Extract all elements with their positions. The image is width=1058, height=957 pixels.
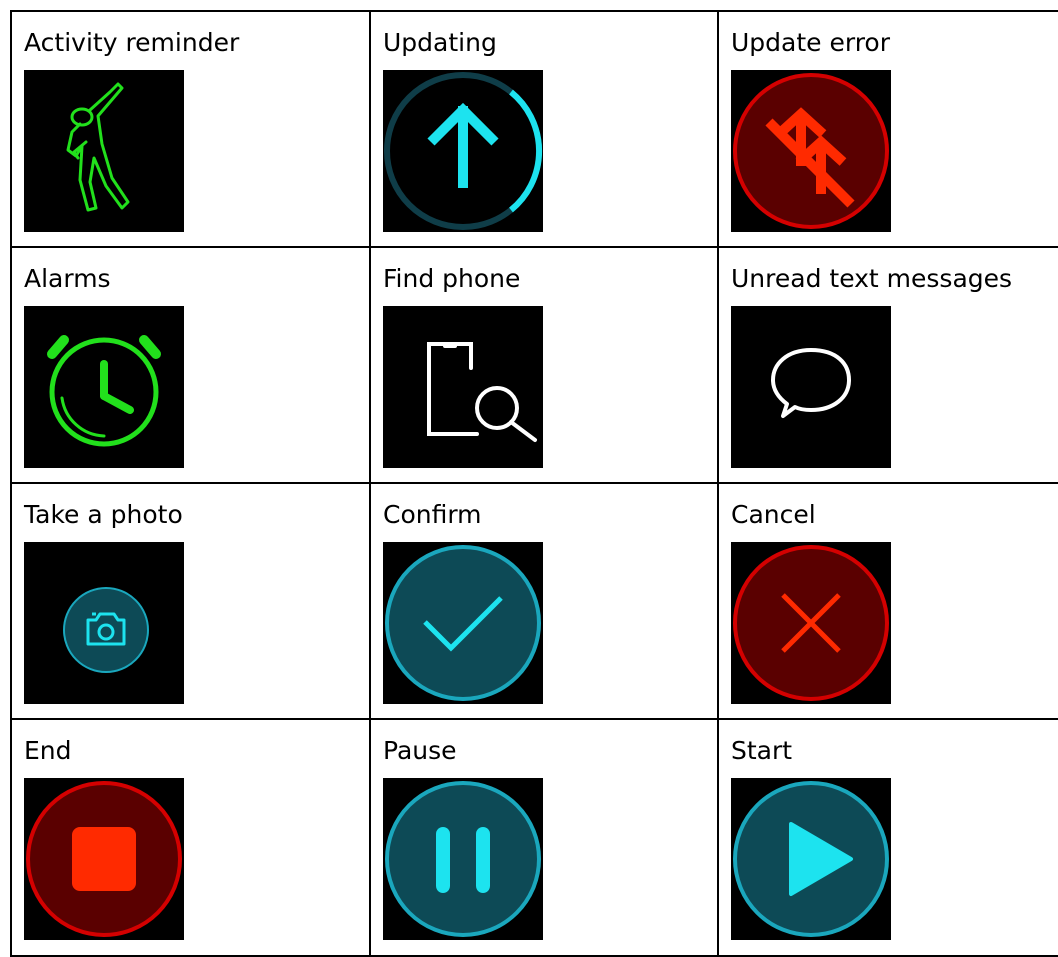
- cell-label: Take a photo: [24, 500, 183, 529]
- cell-label: Alarms: [24, 264, 111, 293]
- camera-icon: [24, 542, 184, 704]
- table-cell-unread-text-messages: Unread text messages: [717, 246, 1058, 484]
- find-phone-icon: [383, 306, 543, 468]
- cell-label: Updating: [383, 28, 497, 57]
- cell-label: Start: [731, 736, 793, 765]
- table-cell-pause: Pause: [369, 718, 719, 957]
- cancel-x-icon: [731, 542, 891, 704]
- table-cell-updating: Updating: [369, 10, 719, 248]
- cell-label: Unread text messages: [731, 264, 1013, 293]
- cell-label: Confirm: [383, 500, 482, 529]
- cell-label: Cancel: [731, 500, 816, 529]
- table-cell-start: Start: [717, 718, 1058, 957]
- table-row: Alarms Find phone Unread text messages: [10, 246, 1058, 484]
- icon-reference-table: Activity reminder Updating Update error …: [10, 10, 1058, 957]
- cell-label: Pause: [383, 736, 457, 765]
- stretching-person-icon: [24, 70, 184, 232]
- stop-icon: [24, 778, 184, 940]
- alarm-clock-icon: [24, 306, 184, 468]
- update-arrow-icon: [383, 70, 543, 232]
- table-cell-cancel: Cancel: [717, 482, 1058, 720]
- cell-label: Find phone: [383, 264, 521, 293]
- message-bubble-icon: [731, 306, 891, 468]
- pause-icon: [383, 778, 543, 940]
- table-cell-update-error: Update error: [717, 10, 1058, 248]
- checkmark-icon: [383, 542, 543, 704]
- cell-label: End: [24, 736, 72, 765]
- update-error-icon: [731, 70, 891, 232]
- table-cell-find-phone: Find phone: [369, 246, 719, 484]
- play-icon: [731, 778, 891, 940]
- table-row: End Pause Start: [10, 718, 1058, 957]
- table-cell-end: End: [10, 718, 371, 957]
- table-row: Take a photo Confirm Cancel: [10, 482, 1058, 720]
- table-cell-alarms: Alarms: [10, 246, 371, 484]
- table-row: Activity reminder Updating Update error: [10, 10, 1058, 248]
- cell-label: Update error: [731, 28, 891, 57]
- table-cell-take-a-photo: Take a photo: [10, 482, 371, 720]
- table-cell-confirm: Confirm: [369, 482, 719, 720]
- cell-label: Activity reminder: [24, 28, 240, 57]
- table-cell-activity-reminder: Activity reminder: [10, 10, 371, 248]
